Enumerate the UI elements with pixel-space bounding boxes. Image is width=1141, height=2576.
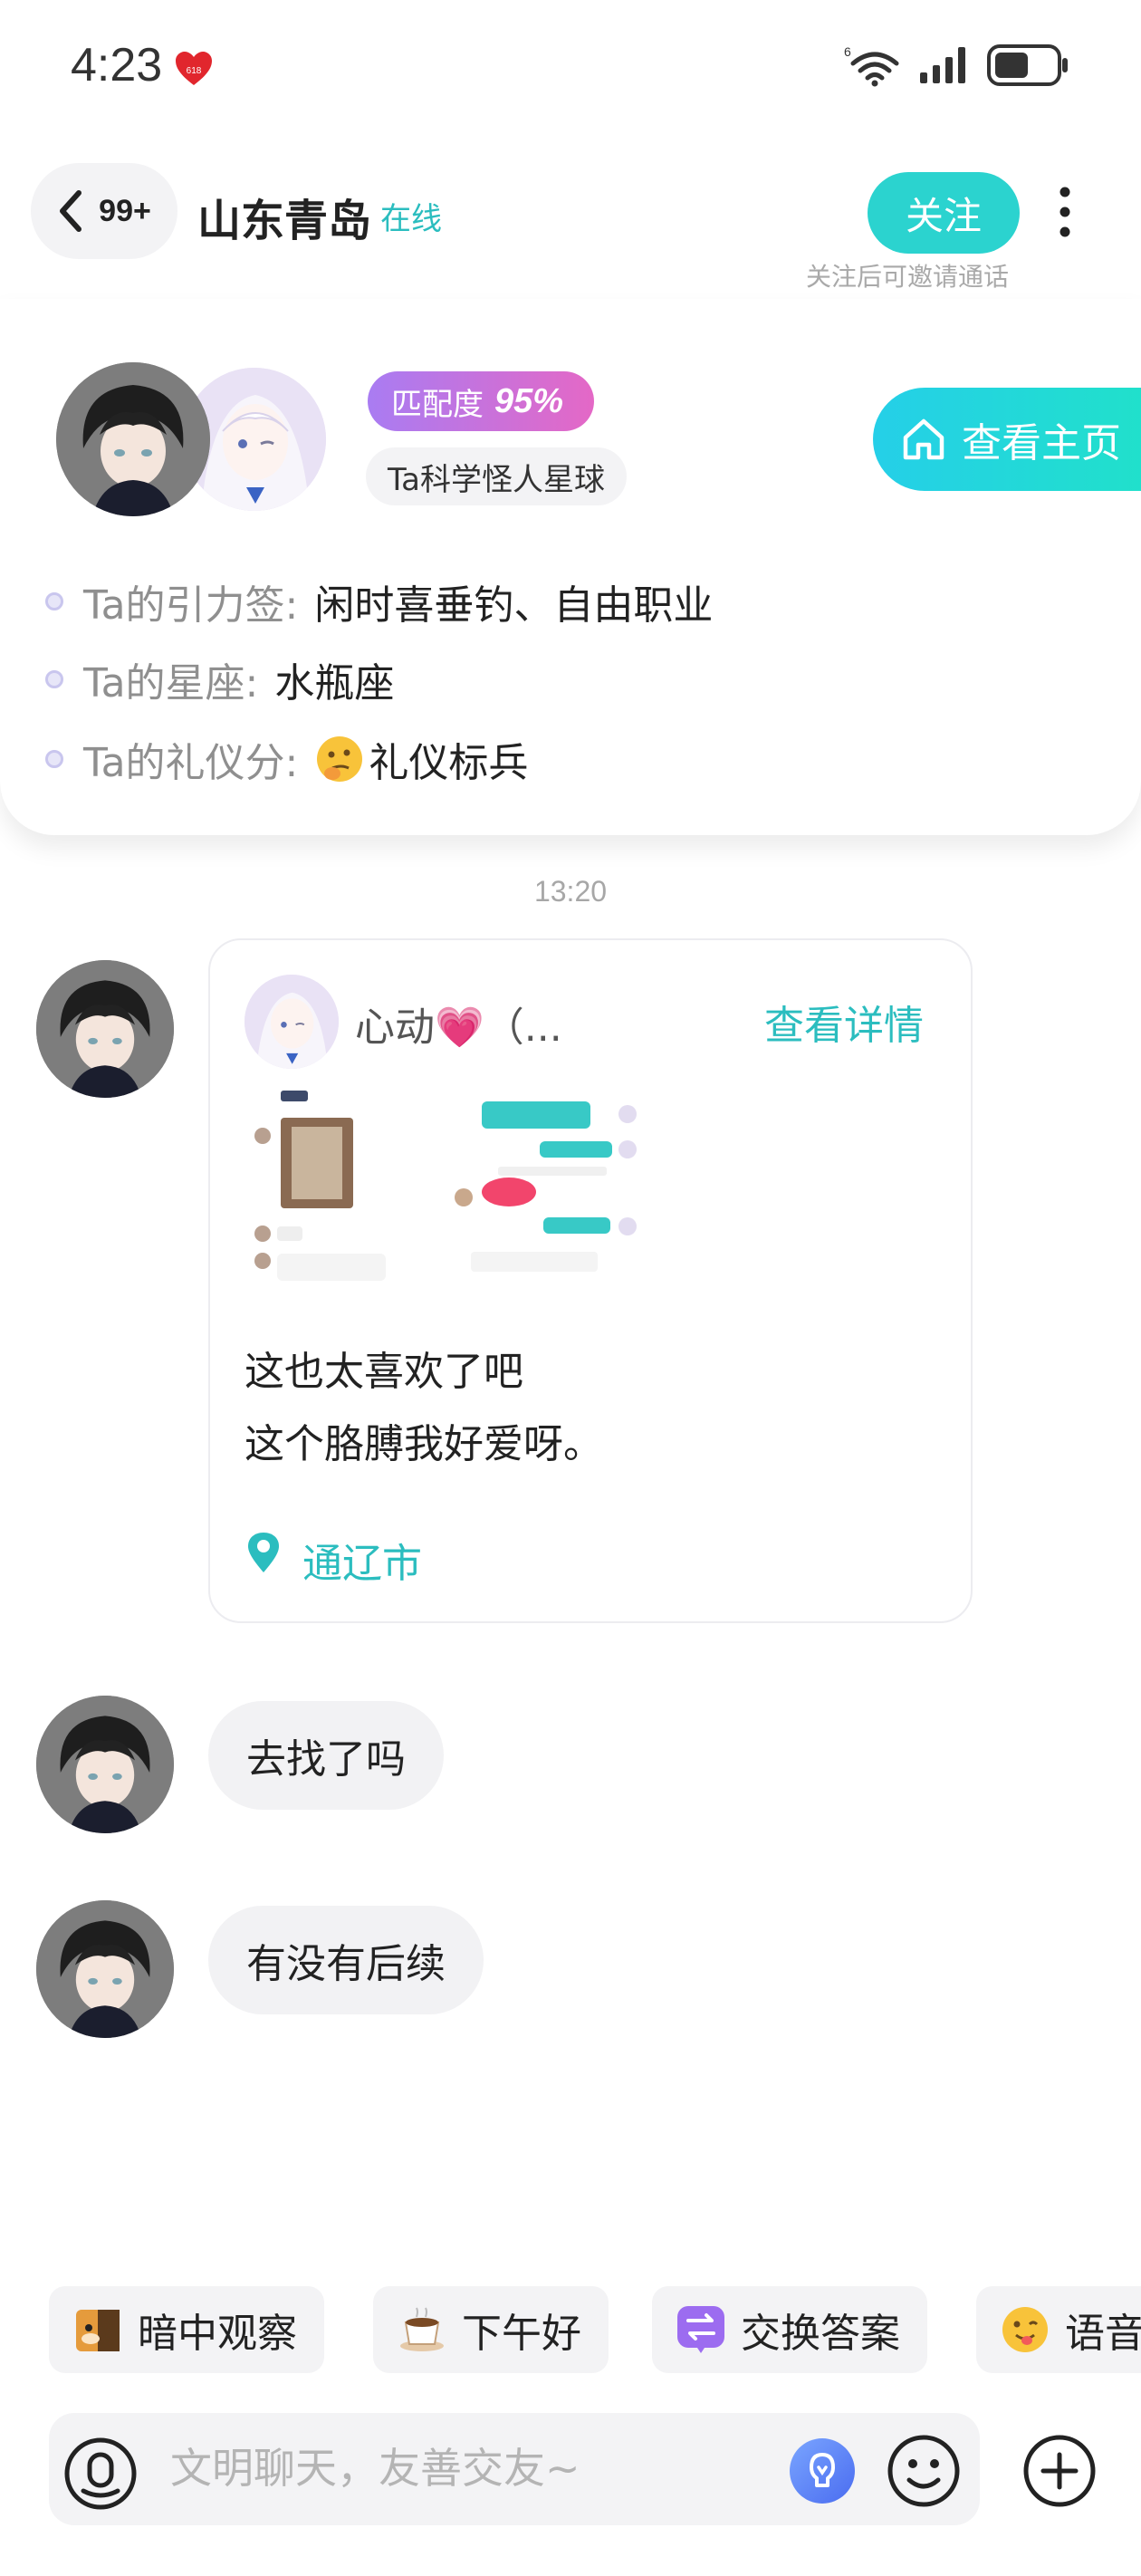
sender-avatar[interactable]: [36, 1696, 174, 1833]
shopping-festival-badge-icon: 618: [176, 52, 212, 85]
emoji-picker-icon[interactable]: [886, 2433, 962, 2509]
info-value: 水瓶座: [274, 660, 395, 706]
info-row-zodiac: Ta的星座: 水瓶座: [45, 650, 394, 708]
follow-button[interactable]: 关注: [868, 172, 1020, 254]
info-row-etiquette: Ta的礼仪分: 礼仪标兵: [45, 730, 528, 788]
follow-hint: 关注后可邀请通话: [806, 262, 1010, 292]
chat-title: 山东青岛: [197, 196, 372, 246]
battery-icon: [987, 44, 1068, 86]
status-time: 4:23: [71, 39, 163, 91]
info-label: Ta的礼仪分:: [83, 740, 299, 786]
coffee-cup-icon: [400, 2307, 444, 2351]
info-label: Ta的星座:: [83, 660, 259, 706]
message-timestamp: 13:20: [533, 875, 608, 908]
match-score-badge: 匹配度 95%: [368, 371, 595, 431]
signal-icon: [920, 47, 965, 83]
badge-text: 618: [187, 66, 202, 76]
chip-label: 语音: [1065, 2311, 1141, 2357]
info-row-tags: Ta的引力签: 闲时喜垂钓、自由职业: [45, 572, 713, 630]
chip-label: 下午好: [462, 2311, 581, 2357]
bullet-dot: [45, 750, 63, 768]
partner-avatar[interactable]: [56, 362, 210, 516]
home-icon: [903, 418, 944, 460]
view-details-link[interactable]: 查看详情: [764, 993, 924, 1051]
shiba-dog-icon: [76, 2310, 120, 2351]
add-attachment-icon[interactable]: [1021, 2433, 1098, 2509]
chip-label: 暗中观察: [138, 2311, 297, 2357]
unread-count: 99+: [99, 193, 151, 228]
post-author-avatar: [244, 975, 339, 1069]
emoji-tongue-icon: [1002, 2307, 1048, 2352]
info-label: Ta的引力签:: [83, 582, 299, 629]
online-status: 在线: [380, 201, 442, 237]
ai-assistant-icon[interactable]: [788, 2437, 857, 2505]
wifi-icon: 6: [844, 44, 899, 87]
network-type-label: 6: [844, 44, 851, 59]
chevron-left-icon: [60, 190, 82, 232]
anime-girl-avatar-icon: [244, 975, 339, 1069]
quick-reply-chip[interactable]: 交换答案: [652, 2286, 927, 2373]
chat-screenshot-thumbnail: [244, 1091, 661, 1290]
post-text-line: 这也太喜欢了吧: [244, 1349, 523, 1395]
anime-boy-avatar-icon: [36, 1696, 174, 1833]
bullet-dot: [45, 670, 63, 688]
quick-reply-chip[interactable]: 语音: [976, 2286, 1141, 2373]
anime-boy-avatar-icon: [36, 960, 174, 1098]
location-pin-icon: [248, 1533, 279, 1572]
match-label: 匹配度: [391, 386, 484, 423]
thinking-emoji-icon: [317, 736, 363, 782]
info-value: 闲时喜垂钓、自由职业: [314, 582, 714, 629]
info-value: 礼仪标兵: [369, 740, 529, 786]
quick-reply-chip[interactable]: 暗中观察: [49, 2286, 324, 2373]
sender-avatar[interactable]: [36, 1900, 174, 2038]
match-value: 95%: [494, 381, 564, 420]
anime-boy-avatar-icon: [56, 362, 210, 516]
back-button[interactable]: 99+: [31, 163, 177, 259]
status-icons: 6: [844, 43, 1069, 87]
quick-reply-chip[interactable]: 下午好: [373, 2286, 609, 2373]
view-homepage-label: 查看主页: [962, 420, 1121, 466]
chip-label: 交换答案: [741, 2311, 900, 2357]
anime-boy-avatar-icon: [36, 1900, 174, 2038]
sender-avatar[interactable]: [36, 960, 174, 1098]
bullet-dot: [45, 592, 63, 610]
message-bubble[interactable]: 去找了吗: [208, 1701, 444, 1810]
swap-arrows-icon: [677, 2306, 724, 2353]
view-homepage-button[interactable]: 查看主页: [873, 388, 1141, 491]
planet-tag[interactable]: Ta科学怪人星球: [366, 447, 627, 505]
more-options-icon[interactable]: [1054, 185, 1076, 239]
post-text-line: 这个胳膊我好爱呀。: [244, 1421, 603, 1467]
message-input[interactable]: [170, 2437, 768, 2500]
post-location[interactable]: 通辽市: [302, 1531, 422, 1589]
voice-input-icon[interactable]: [63, 2437, 138, 2511]
post-author-name: 心动💗（...: [355, 1004, 562, 1051]
message-bubble[interactable]: 有没有后续: [208, 1906, 484, 2014]
